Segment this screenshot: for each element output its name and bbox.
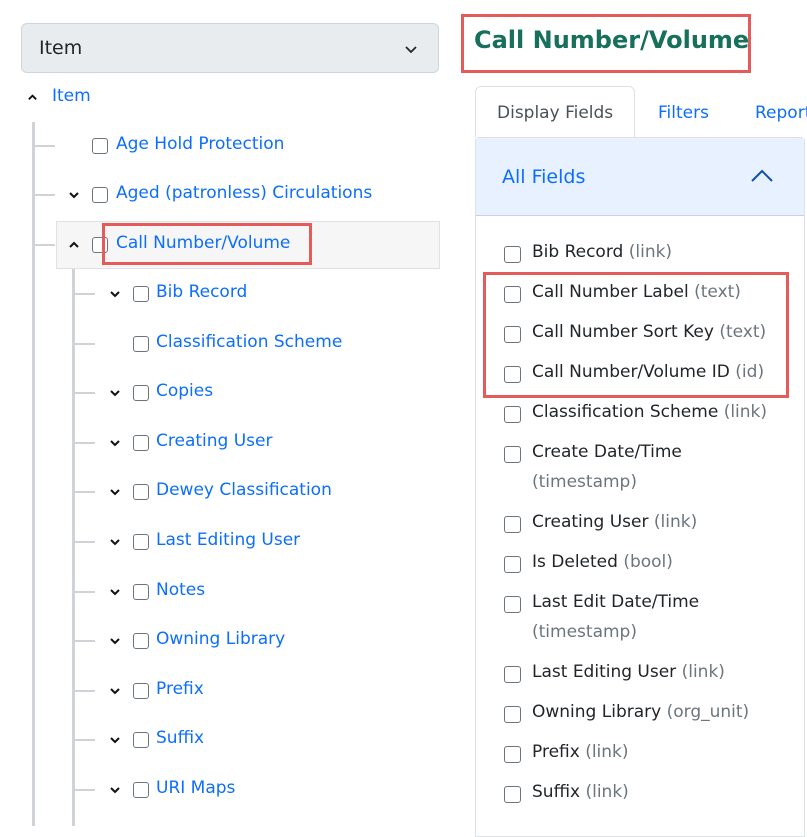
tree-branch [73, 640, 95, 642]
tab-report[interactable]: Report [755, 86, 807, 138]
chevron-up-icon[interactable] [68, 239, 80, 251]
field-type: (timestamp) [532, 472, 637, 492]
tree-branch [73, 789, 95, 791]
field-name: Owning Library [532, 702, 662, 722]
chevron-down-icon[interactable] [109, 536, 121, 548]
tab-filters[interactable]: Filters [658, 86, 709, 138]
tree-branch [73, 343, 95, 345]
checkbox[interactable] [133, 683, 149, 699]
tree-branch [33, 194, 55, 196]
checkbox[interactable] [504, 446, 521, 463]
panel-title: All Fields [502, 166, 586, 188]
checkbox[interactable] [133, 534, 149, 550]
chevron-up-icon[interactable] [750, 168, 774, 184]
field-type: (link) [585, 742, 629, 762]
tree-branch [73, 591, 95, 593]
tree-line-level1 [32, 122, 35, 826]
field-name: Create Date/Time [532, 442, 682, 462]
chevron-up-icon[interactable] [27, 92, 38, 103]
all-fields-panel: All Fields Bib Record (link) Call Number … [475, 137, 805, 837]
highlight-box-fields [483, 272, 789, 398]
tree-branch [73, 541, 95, 543]
chevron-down-icon[interactable] [109, 635, 121, 647]
field-type: (timestamp) [532, 622, 637, 642]
chevron-down-icon[interactable] [109, 586, 121, 598]
tree-node-label[interactable]: Classification Scheme [156, 332, 342, 352]
field-name: Suffix [532, 782, 581, 802]
checkbox[interactable] [133, 732, 149, 748]
tree-node-label[interactable]: Age Hold Protection [116, 134, 284, 154]
field-name: Is Deleted [532, 552, 618, 572]
field-name: Creating User [532, 512, 649, 532]
checkbox[interactable] [504, 516, 521, 533]
tree-branch [33, 244, 55, 246]
chevron-down-icon[interactable] [109, 288, 121, 300]
chevron-down-icon[interactable] [68, 189, 80, 201]
chevron-down-icon[interactable] [109, 734, 121, 746]
field-name: Bib Record [532, 242, 624, 262]
chevron-down-icon [405, 46, 417, 54]
tree-branch [33, 145, 55, 147]
tree-node-label[interactable]: Dewey Classification [156, 480, 332, 500]
field-name: Last Editing User [532, 662, 677, 682]
field-type: (link) [653, 512, 698, 532]
checkbox[interactable] [504, 746, 521, 763]
checkbox[interactable] [504, 706, 521, 723]
all-fields-header[interactable]: All Fields [476, 138, 804, 216]
chevron-down-icon[interactable] [109, 437, 121, 449]
source-select-value: Item [39, 37, 83, 59]
checkbox[interactable] [92, 187, 108, 203]
field-type: (link) [628, 242, 673, 262]
checkbox[interactable] [133, 435, 149, 451]
checkbox[interactable] [133, 633, 149, 649]
checkbox[interactable] [504, 786, 521, 803]
checkbox[interactable] [133, 286, 149, 302]
chevron-down-icon[interactable] [109, 387, 121, 399]
field-name: Prefix [532, 742, 580, 762]
tree-node-label[interactable]: URI Maps [156, 778, 235, 798]
tree-branch [73, 690, 95, 692]
tree-node-label[interactable]: Bib Record [156, 282, 247, 302]
chevron-down-icon[interactable] [109, 486, 121, 498]
checkbox[interactable] [92, 138, 108, 154]
tree-node-label[interactable]: Last Editing User [156, 530, 300, 550]
tree-branch [73, 442, 95, 444]
field-name: Last Edit Date/Time [532, 592, 700, 612]
checkbox[interactable] [504, 246, 521, 263]
checkbox[interactable] [133, 782, 149, 798]
checkbox[interactable] [133, 584, 149, 600]
tree-node-label[interactable]: Owning Library [156, 629, 285, 649]
tree-branch [73, 392, 95, 394]
tree-node-label[interactable]: Suffix [156, 728, 204, 748]
tree-branch [73, 739, 95, 741]
checkbox[interactable] [133, 484, 149, 500]
tree-line-level2 [72, 269, 75, 826]
tree-root-label[interactable]: Item [52, 86, 91, 106]
highlight-box-tree-node [102, 223, 312, 265]
field-type: (bool) [623, 552, 673, 572]
field-type: (link) [585, 782, 629, 802]
source-select[interactable]: Item [21, 23, 439, 73]
tree-node-label[interactable]: Creating User [156, 431, 272, 451]
checkbox[interactable] [133, 385, 149, 401]
field-name: Classification Scheme [532, 402, 719, 422]
checkbox[interactable] [504, 596, 521, 613]
tree-node-label[interactable]: Aged (patronless) Circulations [116, 183, 372, 203]
tree-node-label[interactable]: Copies [156, 381, 213, 401]
field-type: (link) [681, 662, 725, 682]
checkbox[interactable] [504, 406, 521, 423]
field-type: (org_unit) [666, 702, 750, 722]
tree-node-label[interactable]: Prefix [156, 679, 204, 699]
tree-branch [73, 491, 95, 493]
highlight-box-title [461, 14, 751, 73]
field-type: (link) [723, 402, 768, 422]
checkbox[interactable] [133, 336, 149, 352]
tree-branch [73, 293, 95, 295]
chevron-down-icon[interactable] [109, 784, 121, 796]
checkbox[interactable] [504, 556, 521, 573]
tab-display-fields[interactable]: Display Fields [475, 86, 635, 138]
checkbox[interactable] [504, 666, 521, 683]
chevron-down-icon[interactable] [109, 685, 121, 697]
tree-node-label[interactable]: Notes [156, 580, 205, 600]
